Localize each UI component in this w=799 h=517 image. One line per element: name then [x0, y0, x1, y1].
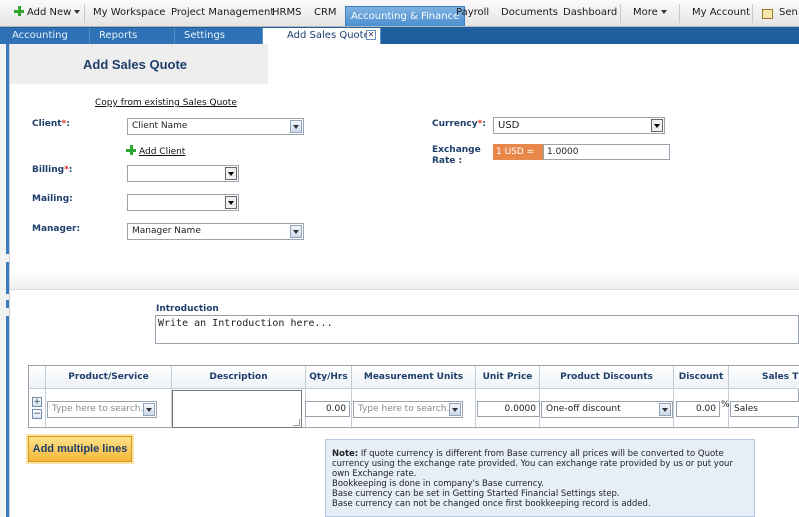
col-product-service: Product/Service — [46, 366, 172, 388]
nav-my-workspace[interactable]: My Workspace — [93, 0, 165, 26]
nav-my-account[interactable]: My Account — [692, 0, 750, 26]
nav-more[interactable]: More — [633, 0, 667, 26]
mailing-select[interactable] — [127, 194, 239, 211]
chevron-down-icon[interactable] — [143, 403, 155, 416]
chevron-down-icon[interactable] — [290, 225, 302, 238]
nav-project-management[interactable]: Project Management — [171, 0, 274, 26]
currency-select[interactable]: USD — [493, 117, 665, 134]
description-textarea[interactable] — [172, 390, 302, 428]
manager-select[interactable]: Manager Name — [127, 223, 304, 240]
chevron-down-icon[interactable] — [651, 119, 663, 132]
copy-existing-quote-link[interactable]: Copy from existing Sales Quote — [95, 98, 237, 108]
tab-settings[interactable]: Settings — [175, 28, 263, 44]
units-search-input[interactable]: Type here to search... — [353, 401, 463, 418]
plus-icon — [126, 145, 136, 155]
introduction-label: Introduction — [156, 304, 219, 314]
chevron-down-icon[interactable] — [290, 120, 302, 133]
left-accent-bar — [0, 44, 10, 517]
col-measurement-units: Measurement Units — [352, 366, 476, 388]
chevron-down-icon — [74, 10, 81, 14]
unit-price-input[interactable]: 0.0000 — [477, 401, 540, 417]
product-discount-select[interactable]: One-off discount — [541, 401, 673, 418]
discount-input[interactable]: 0.00 — [676, 401, 720, 417]
section-divider — [10, 272, 799, 290]
plus-icon — [14, 6, 24, 16]
col-unit-price: Unit Price — [476, 366, 540, 388]
col-qty-hrs: Qty/Hrs — [306, 366, 352, 388]
nav-divider — [84, 4, 85, 23]
remove-row-button[interactable]: − — [32, 409, 42, 419]
introduction-textarea[interactable]: Write an Introduction here... — [155, 315, 799, 344]
rate-prefix: 1 USD = — [493, 144, 543, 160]
close-icon[interactable]: ✕ — [366, 30, 376, 40]
sales-tax-input[interactable]: Sales — [730, 401, 799, 417]
chevron-down-icon[interactable] — [449, 403, 461, 416]
nav-payroll[interactable]: Payroll — [456, 0, 489, 26]
discount-unit: % — [721, 400, 730, 410]
chevron-down-icon[interactable] — [225, 167, 237, 180]
col-sales-tax: Sales T — [729, 366, 799, 388]
chevron-down-icon — [660, 10, 667, 14]
nav-send[interactable]: Sen — [779, 0, 798, 26]
tab-accounting[interactable]: Accounting — [0, 28, 90, 44]
nav-divider — [620, 4, 621, 23]
chevron-down-icon[interactable] — [225, 196, 237, 209]
nav-hrms[interactable]: HRMS — [272, 0, 301, 26]
product-search-input[interactable]: Type here to search... — [47, 401, 157, 418]
add-client-link[interactable]: Add Client — [126, 145, 185, 157]
nav-dashboard[interactable]: Dashboard — [563, 0, 617, 26]
col-discount: Discount — [674, 366, 729, 388]
client-select[interactable]: Client Name — [127, 118, 304, 135]
chevron-down-icon[interactable] — [659, 403, 671, 416]
manager-label: Manager: — [32, 224, 81, 234]
billing-select[interactable] — [127, 165, 239, 182]
currency-note: Note: If quote currency is different fro… — [325, 439, 755, 517]
qty-input[interactable]: 0.00 — [305, 401, 350, 417]
nav-crm[interactable]: CRM — [314, 0, 337, 26]
client-label: Client*: — [32, 119, 70, 129]
nav-divider — [752, 4, 753, 23]
exchange-rate-label-2: Rate : — [432, 156, 463, 166]
top-navigation: Add New My Workspace Project Management … — [0, 0, 799, 27]
edit-icon[interactable] — [762, 9, 773, 19]
add-multiple-lines-button[interactable]: Add multiple lines — [28, 436, 132, 462]
mailing-label: Mailing: — [32, 194, 73, 204]
billing-label: Billing*: — [32, 165, 73, 175]
nav-documents[interactable]: Documents — [501, 0, 558, 26]
add-new-menu[interactable]: Add New — [14, 0, 81, 26]
tab-add-sales-quote[interactable]: Add Sales Quote — [263, 28, 381, 44]
add-row-button[interactable]: + — [32, 397, 42, 407]
page-title: Add Sales Quote — [83, 57, 188, 72]
currency-label: Currency*: — [432, 119, 486, 129]
nav-accounting-finance[interactable]: Accounting & Finance — [345, 6, 466, 26]
col-description: Description — [172, 366, 306, 388]
exchange-rate-label: Exchange — [432, 145, 481, 155]
sub-navigation: Accounting Reports Settings Add Sales Qu… — [0, 27, 799, 44]
exchange-rate-input[interactable]: 1.0000 — [543, 144, 670, 160]
tab-reports[interactable]: Reports — [90, 28, 175, 44]
col-product-discounts: Product Discounts — [540, 366, 674, 388]
line-items-grid: Product/Service Description Qty/Hrs Meas… — [28, 365, 799, 429]
nav-divider — [679, 4, 680, 23]
